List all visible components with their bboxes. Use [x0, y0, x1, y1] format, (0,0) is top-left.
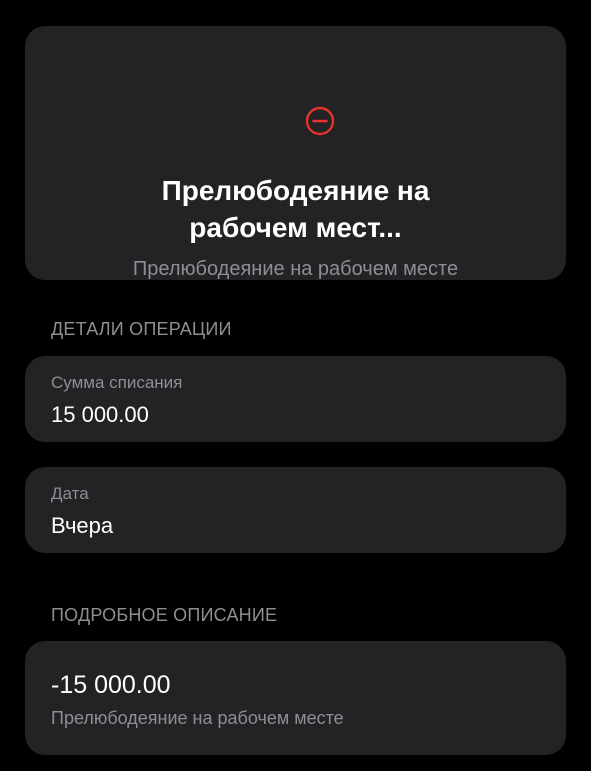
description-card[interactable]: -15 000.00 Прелюбодеяние на рабочем мест… [25, 641, 566, 755]
amount-value: 15 000.00 [51, 402, 149, 427]
minus-circle-icon [305, 106, 335, 136]
description-text: Прелюбодеяние на рабочем месте [51, 708, 344, 728]
operation-title-line-2: рабочем мест... [189, 212, 402, 243]
operation-title: Прелюбодеяние на рабочем мест... [25, 172, 566, 246]
date-value: Вчера [51, 513, 114, 538]
date-label: Дата [51, 484, 89, 503]
operation-header-card: Прелюбодеяние на рабочем мест... Прелюбо… [25, 26, 566, 280]
section-title-description: ПОДРОБНОЕ ОПИСАНИЕ [51, 605, 278, 625]
date-field-card[interactable]: Дата Вчера [25, 467, 566, 553]
description-amount: -15 000.00 [51, 671, 171, 699]
operation-subtitle: Прелюбодеяние на рабочем месте [132, 258, 459, 280]
amount-field-card[interactable]: Сумма списания 15 000.00 [25, 356, 566, 442]
section-title-details: ДЕТАЛИ ОПЕРАЦИИ [51, 319, 232, 339]
amount-label: Сумма списания [51, 373, 183, 392]
operation-title-line-1: Прелюбодеяние на [161, 175, 430, 206]
